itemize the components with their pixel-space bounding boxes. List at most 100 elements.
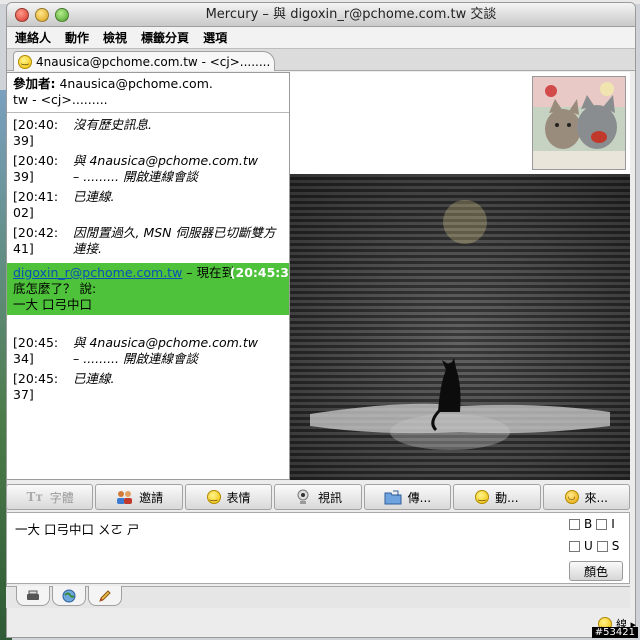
sender-link[interactable]: digoxin_r@pchome.com.tw: [13, 265, 182, 280]
menu-options[interactable]: 選項: [203, 29, 227, 46]
conversation-pane: 參加者: 4nausica@pchome.com. tw - <cj>.....…: [6, 72, 290, 480]
message-row: [20:45: 34] 與 4nausica@pchome.com.tw – ...…: [7, 333, 289, 369]
tab-conversation[interactable]: ‿ 4nausica@pchome.com.tw - <cj>........: [13, 51, 275, 71]
participants-label: 參加者:: [13, 76, 56, 91]
action-toolbar: Tт 字體 邀請 ‿ 表情 視訊 傳... ‿ 動... ◡ 來...: [6, 484, 630, 510]
action-button[interactable]: ‿ 動...: [453, 484, 541, 510]
tab-label: 4nausica@pchome.com.tw - <cj>........: [36, 54, 271, 69]
timestamp: 02]: [13, 205, 34, 220]
message-log[interactable]: [20:40: 39] 沒有歷史訊息. [20:40: 39] 與 4nausica…: [7, 115, 289, 479]
timestamp: [20:41:: [13, 189, 59, 204]
menu-actions[interactable]: 動作: [65, 29, 89, 46]
message-row: [20:45: 37] 已連線.: [7, 369, 289, 405]
message-text: – ......... 開啟連線會談: [73, 169, 198, 184]
incoming-message-highlight: digoxin_r@pchome.com.tw – 現在到 (20:45:3 底…: [7, 263, 289, 315]
message-text: 因閒置過久, MSN 伺服器已切斷雙方: [73, 225, 276, 240]
format-options: B I U S 顏色: [569, 517, 625, 581]
message-text: 連接.: [73, 241, 102, 256]
emoticon-button[interactable]: ‿ 表情: [184, 484, 273, 510]
timestamp: [20:45:: [13, 371, 59, 386]
media-pane: [290, 72, 630, 480]
message-text: 與 4nausica@pchome.com.tw: [73, 153, 258, 168]
timestamp: 37]: [13, 387, 34, 402]
font-button[interactable]: Tт 字體: [6, 484, 94, 510]
close-button[interactable]: [15, 8, 29, 22]
timestamp: 41]: [13, 241, 34, 256]
bold-checkbox[interactable]: [569, 518, 580, 530]
timestamp: 39]: [13, 169, 34, 184]
emoticon-icon: ‿: [206, 490, 221, 504]
send-file-icon: [384, 489, 402, 505]
bold-label: B: [584, 517, 593, 531]
participants-header: 參加者: 4nausica@pchome.com. tw - <cj>.....…: [7, 73, 289, 113]
minimize-button[interactable]: [35, 8, 49, 22]
nudge-icon: ◡: [564, 490, 579, 504]
menu-view[interactable]: 檢視: [103, 29, 127, 46]
participant-line1: 4nausica@pchome.com.: [59, 76, 213, 91]
message-row: [20:41: 02] 已連線.: [7, 187, 289, 223]
timestamp: 39]: [13, 133, 34, 148]
message-input-text[interactable]: 一大 口弓中口 ㄨㄛ ㄕ: [15, 519, 139, 538]
font-button-label: 字體: [49, 490, 74, 505]
italic-checkbox[interactable]: [596, 518, 608, 530]
timestamp: [20:40:: [13, 117, 59, 132]
printer-icon: [27, 590, 39, 600]
timestamp: [20:40:: [13, 153, 59, 168]
message-text: 與 4nausica@pchome.com.tw: [73, 335, 258, 350]
timestamp: [20:42:: [13, 225, 59, 240]
pencil-icon: [99, 589, 111, 602]
message-text: – 現在到: [182, 265, 235, 280]
zoom-button[interactable]: [55, 8, 69, 22]
message-text: 已連線.: [73, 371, 115, 386]
invite-button-label: 邀請: [139, 490, 164, 505]
message-text: 一大 口弓中口: [13, 297, 92, 312]
menu-contacts[interactable]: 連絡人: [15, 29, 51, 46]
italic-label: I: [611, 517, 615, 531]
webcam-icon: [294, 489, 312, 505]
webcam-video: [290, 174, 630, 480]
buddy-avatar[interactable]: [532, 76, 626, 170]
invite-button[interactable]: 邀請: [95, 484, 183, 510]
tab-globe[interactable]: [52, 586, 86, 606]
bottom-tab-bar: [6, 586, 630, 608]
underline-label: U: [584, 539, 593, 553]
tab-bar: ‿ 4nausica@pchome.com.tw - <cj>........: [7, 49, 635, 71]
nudge-button-label: 來...: [584, 490, 608, 505]
message-text: 已連線.: [73, 189, 115, 204]
strike-checkbox[interactable]: [596, 540, 608, 552]
emoticon-button-label: 表情: [226, 490, 251, 505]
invite-icon: [115, 489, 133, 505]
menu-tabs[interactable]: 標籤分頁: [141, 29, 189, 46]
timestamp: 34]: [13, 351, 34, 366]
format-row: U S: [569, 539, 625, 553]
send-file-button-label: 傳...: [407, 490, 432, 505]
webcam-button-label: 視訊: [317, 490, 342, 505]
tab-chat[interactable]: [16, 586, 50, 606]
webcam-button[interactable]: 視訊: [274, 484, 362, 510]
title-bar[interactable]: Mercury – 與 digoxin_r@pchome.com.tw 交談: [7, 3, 635, 27]
message-row: [20:40: 39] 沒有歷史訊息.: [7, 115, 289, 151]
window-controls: [15, 8, 69, 22]
message-input[interactable]: 一大 口弓中口 ㄨㄛ ㄕ B I U S 顏色: [6, 512, 630, 584]
underline-checkbox[interactable]: [569, 540, 580, 552]
format-row: B I: [569, 517, 625, 531]
globe-icon: [62, 589, 76, 602]
night-cat-image: [310, 200, 610, 450]
menu-bar: 連絡人 動作 檢視 標籤分頁 選項: [7, 27, 635, 49]
message-text: – ......... 開啟連線會談: [73, 351, 198, 366]
action-button-label: 動...: [495, 490, 519, 505]
participant-line2: tw - <cj>.........: [13, 92, 108, 107]
timestamp: (20:45:3: [229, 265, 289, 280]
message-text: 底怎麼了？ 說:: [13, 281, 97, 296]
strike-label: S: [611, 539, 620, 553]
timestamp: [20:45:: [13, 335, 59, 350]
watermark: #53421: [591, 627, 638, 638]
nudge-button[interactable]: ◡ 來...: [542, 484, 630, 510]
tab-draw[interactable]: [88, 586, 122, 606]
message-text: 沒有歷史訊息.: [73, 117, 152, 132]
send-file-button[interactable]: 傳...: [363, 484, 452, 510]
cats-photo-image: [533, 77, 625, 169]
message-row: [20:42: 41] 因閒置過久, MSN 伺服器已切斷雙方 連接.: [7, 223, 289, 259]
color-button[interactable]: 顏色: [569, 561, 623, 581]
